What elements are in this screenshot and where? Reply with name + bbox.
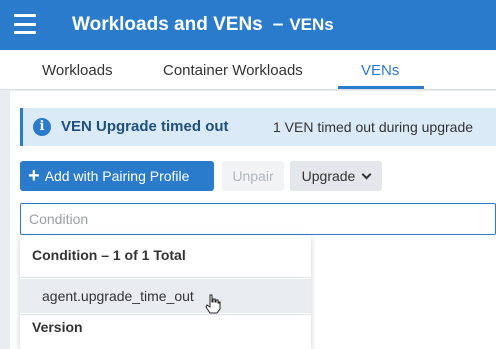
unpair-button[interactable]: Unpair	[222, 161, 284, 191]
info-icon: i	[33, 118, 51, 136]
top-bar: Workloads and VENs – VENs	[0, 0, 496, 50]
title-separator: –	[272, 14, 284, 35]
filter-search-box[interactable]	[20, 203, 496, 235]
add-button-label: Add with Pairing Profile	[44, 168, 190, 184]
chevron-down-icon	[361, 169, 372, 179]
menu-icon[interactable]	[14, 14, 36, 34]
upgrade-timeout-banner: i VEN Upgrade timed out 1 VEN timed out …	[20, 108, 496, 146]
dropdown-option-label: agent.upgrade_time_out	[42, 288, 194, 304]
active-tab-indicator	[338, 86, 424, 89]
plus-icon: +	[28, 165, 40, 187]
upgrade-button-label: Upgrade	[301, 168, 356, 184]
page-title-text: Workloads and VENs	[72, 14, 263, 35]
dropdown-next-group-header: Version	[32, 319, 83, 335]
tab-workloads[interactable]: Workloads	[42, 62, 113, 79]
banner-title: VEN Upgrade timed out	[61, 118, 229, 135]
dropdown-option[interactable]: agent.upgrade_time_out	[20, 279, 311, 313]
tab-bar: Workloads Container Workloads VENs	[0, 50, 496, 90]
search-input[interactable]	[29, 211, 329, 227]
dropdown-divider	[20, 277, 311, 278]
add-with-pairing-profile-button[interactable]: + Add with Pairing Profile	[20, 161, 214, 191]
dropdown-group-header: Condition – 1 of 1 Total	[32, 247, 186, 263]
condition-dropdown: Condition – 1 of 1 Total agent.upgrade_t…	[20, 235, 311, 349]
banner-message: 1 VEN timed out during upgrade	[273, 119, 474, 135]
page-subtitle: VENs	[289, 15, 334, 34]
tab-container-workloads[interactable]: Container Workloads	[163, 62, 303, 79]
hand-cursor-icon	[205, 294, 221, 314]
upgrade-button[interactable]: Upgrade	[290, 161, 382, 191]
page-title: Workloads and VENs – VENs	[72, 14, 334, 36]
dropdown-divider	[20, 314, 311, 315]
tab-vens[interactable]: VENs	[361, 62, 399, 79]
